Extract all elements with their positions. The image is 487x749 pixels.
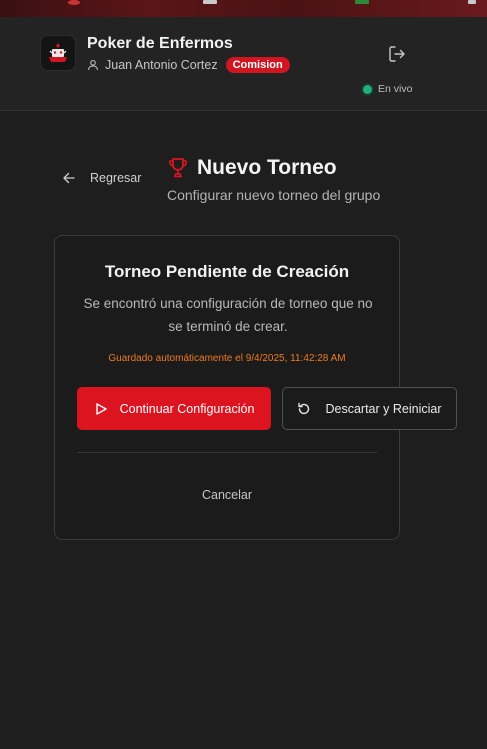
divider (77, 452, 377, 453)
card-title: Torneo Pendiente de Creación (104, 262, 350, 281)
app-header: Poker de Enfermos Juan Antonio Cortez Co… (0, 17, 487, 111)
back-label: Regresar (90, 171, 142, 185)
page-subtitle: Configurar nuevo torneo del grupo (167, 187, 381, 203)
live-status-label: En vivo (378, 83, 413, 95)
play-icon (95, 402, 107, 415)
rotate-ccw-icon (298, 402, 310, 414)
back-button[interactable]: Regresar (62, 171, 141, 185)
cancel-button[interactable]: Cancelar (55, 488, 399, 502)
page-title: Nuevo Torneo (197, 156, 337, 179)
discard-label: Descartar y Reiniciar (325, 401, 442, 416)
role-badge: Comision (225, 57, 290, 73)
user-name: Juan Antonio Cortez (105, 58, 218, 72)
autosave-note: Guardado automáticamente el 9/4/2025, 11… (108, 353, 346, 364)
pending-tournament-card: Torneo Pendiente de Creación Se encontró… (54, 235, 457, 540)
live-dot-icon (363, 84, 372, 94)
discard-restart-button[interactable]: Descartar y Reiniciar (282, 387, 457, 430)
app-title: Poker de Enfermos (87, 35, 233, 52)
continue-configuration-button[interactable]: Continuar Configuración (77, 387, 271, 430)
poker-logo-icon[interactable] (40, 35, 76, 71)
card-description: Se encontró una configuración de torneo … (83, 296, 373, 334)
page-title-row: Nuevo Torneo (167, 156, 337, 180)
continue-label: Continuar Configuración (119, 401, 255, 416)
browser-top-strip (0, 0, 487, 17)
trophy-icon (169, 158, 187, 178)
user-info: Juan Antonio Cortez Comision (87, 57, 290, 73)
logout-icon[interactable] (387, 44, 407, 64)
arrow-left-icon (63, 172, 75, 184)
live-status: En vivo (363, 83, 412, 95)
user-icon (87, 59, 99, 71)
